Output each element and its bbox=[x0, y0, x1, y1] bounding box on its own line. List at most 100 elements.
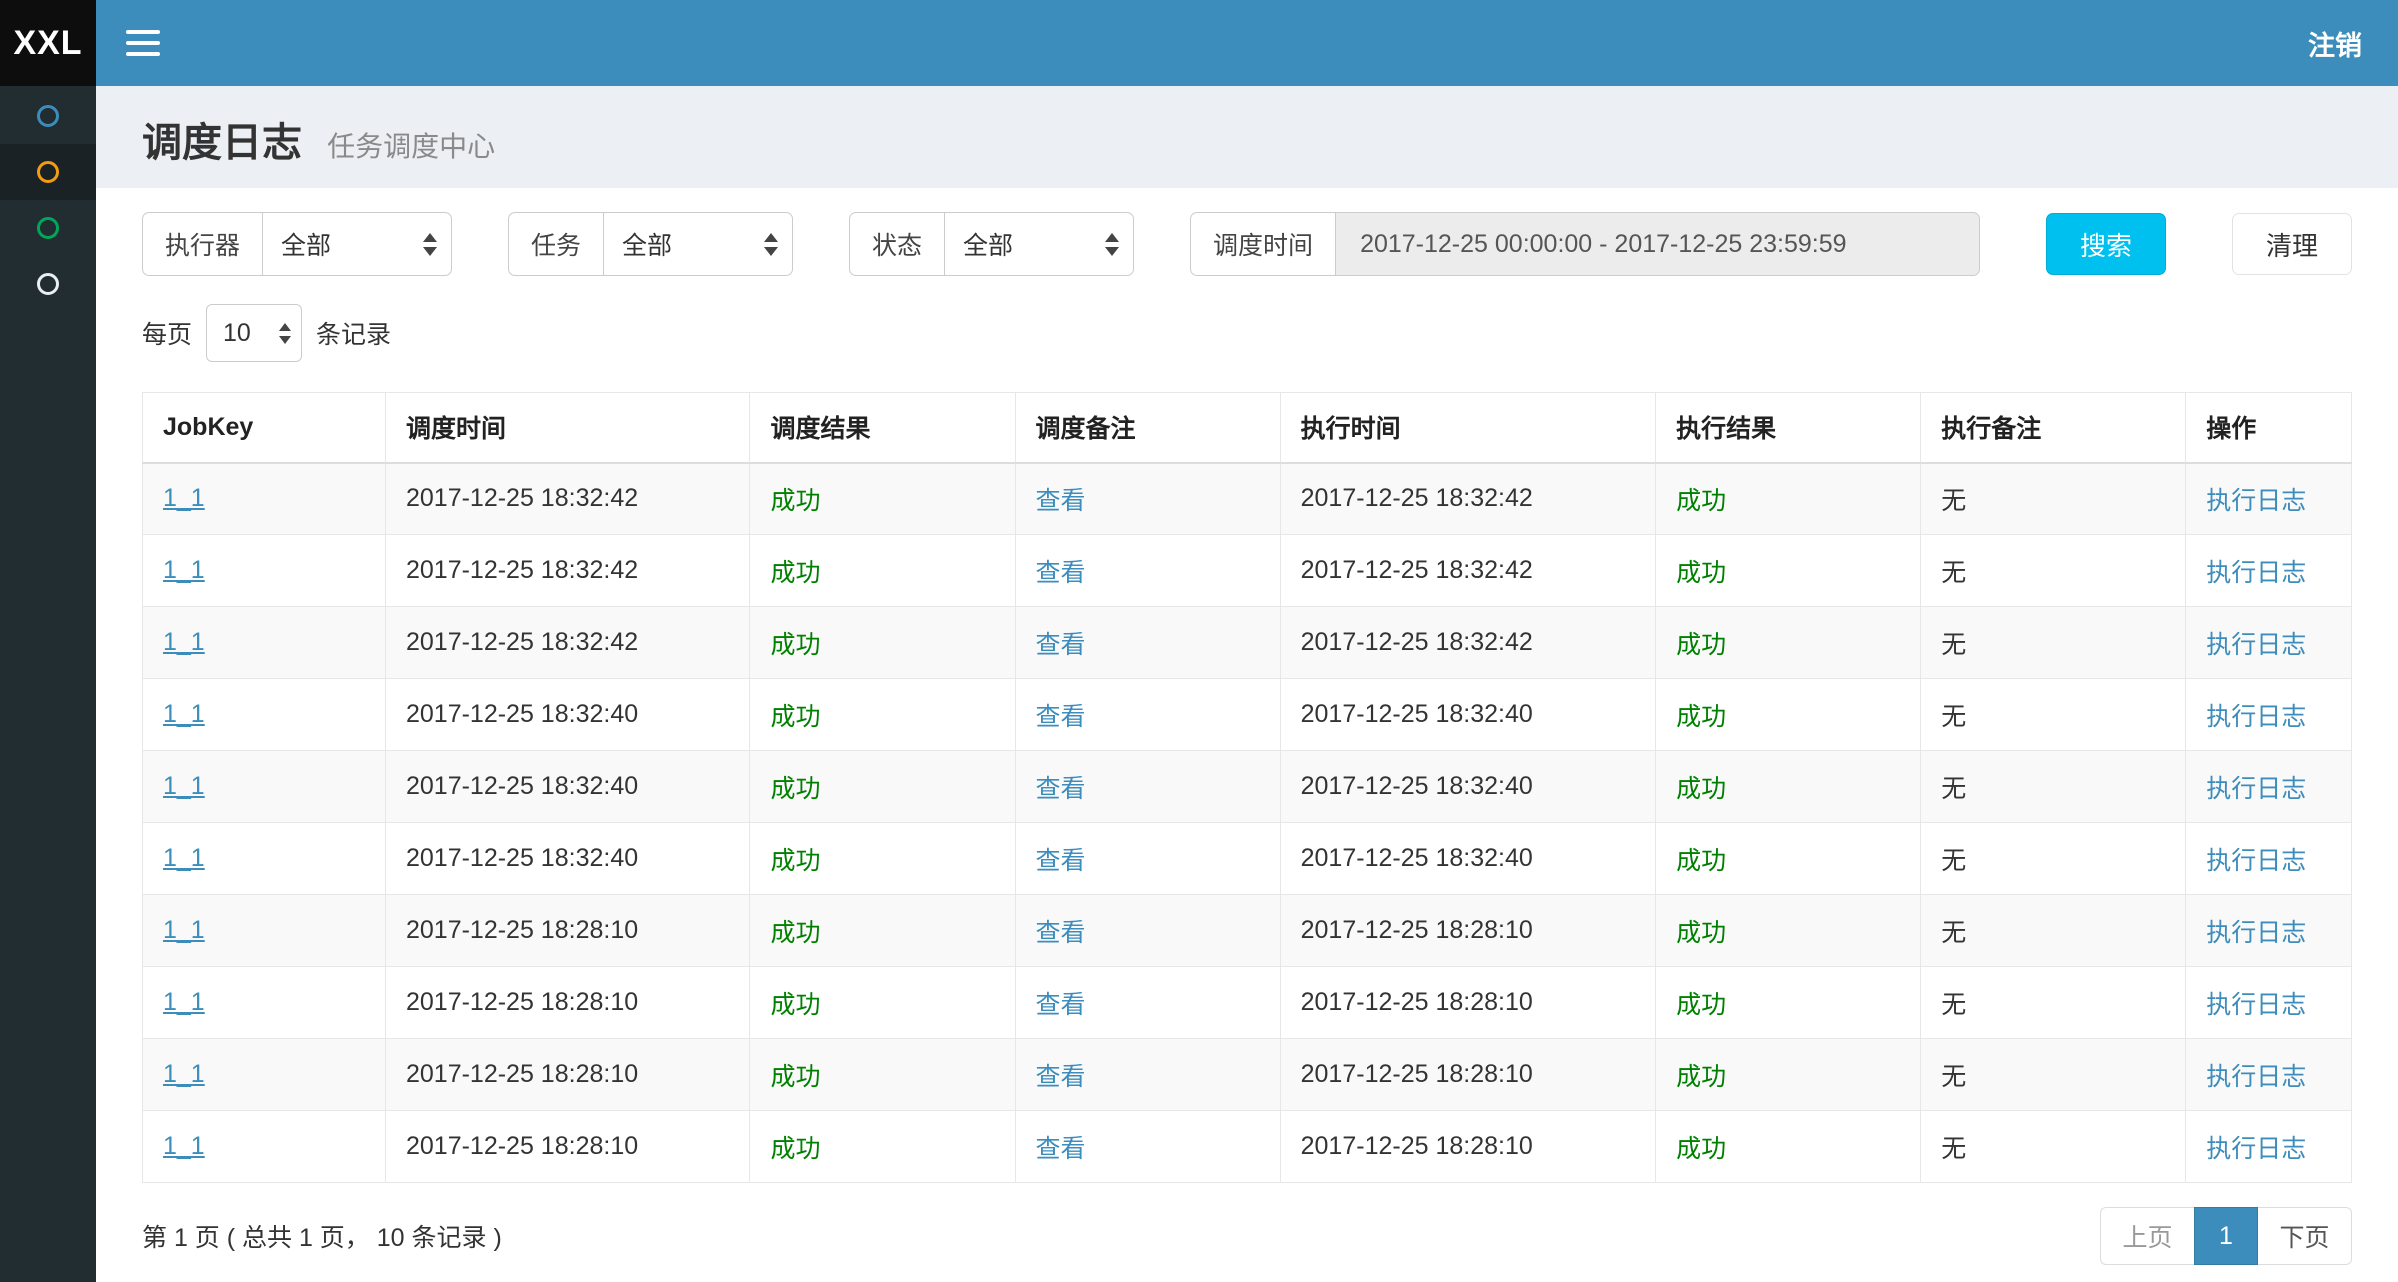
top-navbar: XXL 注销 bbox=[0, 0, 2398, 86]
trigger-result-cell: 成功 bbox=[750, 967, 1015, 1039]
trigger-msg-link[interactable]: 查看 bbox=[1036, 775, 1086, 803]
pagination-summary: 第 1 页 ( 总共 1 页， 10 条记录 ) bbox=[142, 1218, 502, 1254]
sidebar-menu bbox=[0, 88, 96, 312]
jobkey-link-cell: 1_1 bbox=[143, 679, 386, 751]
status-select[interactable]: 全部 bbox=[944, 212, 1134, 276]
logout-link[interactable]: 注销 bbox=[2308, 24, 2362, 63]
trigger-msg-link[interactable]: 查看 bbox=[1036, 919, 1086, 947]
handle-result-cell: 成功 bbox=[1656, 679, 1921, 751]
trigger-time-cell: 2017-12-25 18:32:42 bbox=[385, 607, 749, 679]
page-size-suffix: 条记录 bbox=[316, 315, 391, 351]
trigger-msg-link[interactable]: 查看 bbox=[1036, 847, 1086, 875]
job-select-value: 全部 bbox=[622, 226, 672, 262]
jobkey-link[interactable]: 1_1 bbox=[163, 628, 205, 656]
jobkey-link[interactable]: 1_1 bbox=[163, 772, 205, 800]
table-row: 1_12017-12-25 18:28:10成功查看2017-12-25 18:… bbox=[143, 1039, 2352, 1111]
prev-page-button[interactable]: 上页 bbox=[2100, 1207, 2194, 1265]
hamburger-icon[interactable] bbox=[126, 30, 160, 56]
trigger-msg-link[interactable]: 查看 bbox=[1036, 1063, 1086, 1091]
handle-msg-cell: 无 bbox=[1921, 607, 2186, 679]
status-label: 状态 bbox=[849, 212, 944, 276]
page-subtitle: 任务调度中心 bbox=[327, 131, 495, 162]
execute-log-link[interactable]: 执行日志 bbox=[2206, 487, 2306, 515]
execute-log-link-cell: 执行日志 bbox=[2186, 535, 2352, 607]
table-row: 1_12017-12-25 18:28:10成功查看2017-12-25 18:… bbox=[143, 1111, 2352, 1183]
handle-time-cell: 2017-12-25 18:32:40 bbox=[1280, 751, 1656, 823]
trigger-result-cell: 成功 bbox=[750, 1111, 1015, 1183]
execute-log-link[interactable]: 执行日志 bbox=[2206, 703, 2306, 731]
sidebar-item-3[interactable] bbox=[0, 200, 96, 256]
table-row: 1_12017-12-25 18:32:40成功查看2017-12-25 18:… bbox=[143, 679, 2352, 751]
trigger-msg-link[interactable]: 查看 bbox=[1036, 703, 1086, 731]
handle-msg-cell: 无 bbox=[1921, 1111, 2186, 1183]
column-header: 调度时间 bbox=[385, 393, 749, 463]
handle-time-cell: 2017-12-25 18:32:40 bbox=[1280, 823, 1656, 895]
hamburger-bar bbox=[126, 41, 160, 45]
handle-time-cell: 2017-12-25 18:32:40 bbox=[1280, 679, 1656, 751]
trigger-time-cell: 2017-12-25 18:28:10 bbox=[385, 1039, 749, 1111]
trigger-msg-link[interactable]: 查看 bbox=[1036, 1135, 1086, 1163]
execute-log-link-cell: 执行日志 bbox=[2186, 1111, 2352, 1183]
trigger-msg-link[interactable]: 查看 bbox=[1036, 559, 1086, 587]
trigger-result-cell: 成功 bbox=[750, 895, 1015, 967]
executor-select-value: 全部 bbox=[281, 226, 331, 262]
jobkey-link[interactable]: 1_1 bbox=[163, 700, 205, 728]
clear-button[interactable]: 清理 bbox=[2232, 213, 2352, 275]
execute-log-link[interactable]: 执行日志 bbox=[2206, 991, 2306, 1019]
jobkey-link[interactable]: 1_1 bbox=[163, 916, 205, 944]
execute-log-link[interactable]: 执行日志 bbox=[2206, 775, 2306, 803]
trigger-msg-link-cell: 查看 bbox=[1015, 535, 1280, 607]
next-page-button[interactable]: 下页 bbox=[2258, 1207, 2352, 1265]
handle-result-cell: 成功 bbox=[1656, 463, 1921, 535]
app-logo[interactable]: XXL bbox=[0, 0, 96, 86]
handle-result-cell: 成功 bbox=[1656, 823, 1921, 895]
jobkey-link[interactable]: 1_1 bbox=[163, 556, 205, 584]
sidebar-item-4[interactable] bbox=[0, 256, 96, 312]
trigger-msg-link[interactable]: 查看 bbox=[1036, 631, 1086, 659]
content-header: 调度日志 任务调度中心 bbox=[96, 86, 2398, 188]
table-row: 1_12017-12-25 18:32:40成功查看2017-12-25 18:… bbox=[143, 823, 2352, 895]
page-size-select[interactable]: 10 bbox=[206, 304, 302, 362]
execute-log-link[interactable]: 执行日志 bbox=[2206, 1135, 2306, 1163]
sidebar-item-2[interactable] bbox=[0, 144, 96, 200]
table-row: 1_12017-12-25 18:32:42成功查看2017-12-25 18:… bbox=[143, 607, 2352, 679]
execute-log-link[interactable]: 执行日志 bbox=[2206, 559, 2306, 587]
execute-log-link[interactable]: 执行日志 bbox=[2206, 847, 2306, 875]
filter-status: 状态 全部 bbox=[849, 212, 1134, 276]
pagination: 上页 1 下页 bbox=[2100, 1207, 2352, 1265]
trigger-result-cell: 成功 bbox=[750, 463, 1015, 535]
jobkey-link[interactable]: 1_1 bbox=[163, 1060, 205, 1088]
page-size-row: 每页 10 条记录 bbox=[142, 304, 2352, 362]
trigger-msg-link[interactable]: 查看 bbox=[1036, 991, 1086, 1019]
execute-log-link-cell: 执行日志 bbox=[2186, 679, 2352, 751]
current-page-button[interactable]: 1 bbox=[2194, 1207, 2258, 1265]
handle-msg-cell: 无 bbox=[1921, 679, 2186, 751]
handle-msg-cell: 无 bbox=[1921, 751, 2186, 823]
column-header: 调度结果 bbox=[750, 393, 1015, 463]
search-button[interactable]: 搜索 bbox=[2046, 213, 2166, 275]
select-arrows-icon bbox=[423, 233, 437, 256]
execute-log-link[interactable]: 执行日志 bbox=[2206, 631, 2306, 659]
trigger-result-cell: 成功 bbox=[750, 823, 1015, 895]
jobkey-link[interactable]: 1_1 bbox=[163, 844, 205, 872]
trigger-time-range-input[interactable] bbox=[1335, 212, 1980, 276]
hamburger-bar bbox=[126, 52, 160, 56]
select-arrows-icon bbox=[279, 323, 291, 344]
execute-log-link[interactable]: 执行日志 bbox=[2206, 1063, 2306, 1091]
execute-log-link[interactable]: 执行日志 bbox=[2206, 919, 2306, 947]
jobkey-link[interactable]: 1_1 bbox=[163, 988, 205, 1016]
trigger-msg-link[interactable]: 查看 bbox=[1036, 487, 1086, 515]
trigger-msg-link-cell: 查看 bbox=[1015, 463, 1280, 535]
job-select[interactable]: 全部 bbox=[603, 212, 793, 276]
execute-log-link-cell: 执行日志 bbox=[2186, 1039, 2352, 1111]
handle-result-cell: 成功 bbox=[1656, 751, 1921, 823]
app-root: XXL 注销 调度日志 任务调度中心 bbox=[0, 0, 2398, 1282]
circle-o-icon bbox=[37, 105, 59, 127]
log-table-body: 1_12017-12-25 18:32:42成功查看2017-12-25 18:… bbox=[143, 463, 2352, 1183]
jobkey-link[interactable]: 1_1 bbox=[163, 1132, 205, 1160]
executor-select[interactable]: 全部 bbox=[262, 212, 452, 276]
jobkey-link[interactable]: 1_1 bbox=[163, 484, 205, 512]
filter-executor: 执行器 全部 bbox=[142, 212, 452, 276]
sidebar-item-1[interactable] bbox=[0, 88, 96, 144]
handle-result-cell: 成功 bbox=[1656, 895, 1921, 967]
